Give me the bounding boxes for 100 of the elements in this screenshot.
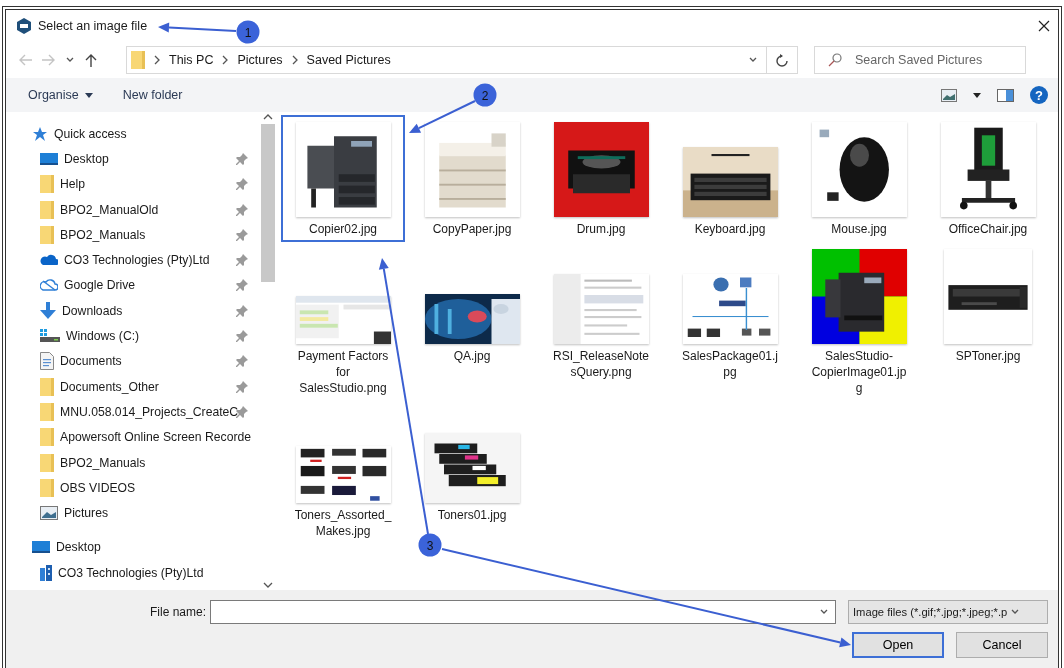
pin-icon[interactable] [236,380,248,393]
monitor-icon [32,540,50,555]
pin-icon[interactable] [236,228,248,241]
nav-label: Help [60,177,86,192]
pin-icon[interactable] [236,279,248,292]
file-name-field[interactable] [210,600,836,624]
building-icon [40,564,52,581]
nav-label: CO3 Technologies (Pty)Ltd [64,253,210,268]
file-tile[interactable]: Payment Factors for SalesStudio.png [281,242,405,401]
new-folder-button[interactable]: New folder [122,88,183,102]
nav-item[interactable]: Desktop [6,534,260,561]
folder-icon [131,51,145,69]
search-field[interactable]: Search Saved Pictures [814,46,1026,74]
file-name: OfficeChair.jpg [947,221,1029,237]
callout-arrow [409,100,476,133]
folder-icon [40,225,54,244]
nav-label: Pictures [64,506,109,521]
nav-item[interactable]: Documents [6,348,260,374]
nav-label: MNU.058.014_Projects_CreateC [60,404,239,419]
view-icon[interactable] [941,88,957,102]
pin-icon[interactable] [236,254,248,267]
pin-icon[interactable] [236,178,248,191]
file-tile[interactable]: Drum.jpg [539,115,663,242]
pin-icon[interactable] [236,304,248,317]
search-icon [828,53,842,67]
file-tile[interactable]: Keyboard.jpg [668,115,792,242]
nav-item[interactable]: Pictures [6,500,260,526]
preview-pane-icon[interactable] [997,88,1014,102]
scroll-up-icon[interactable] [263,112,273,122]
address-bar[interactable]: This PC Pictures Saved Pictures [126,46,798,74]
nav-item[interactable]: BPO2_Manuals [6,449,260,476]
file-type-dropdown[interactable]: Image files (*.gif;*.jpg;*.jpeg;*.p [848,600,1048,624]
nav-item[interactable]: BPO2_ManualOld [6,196,260,223]
up-icon[interactable] [84,53,98,67]
help-button[interactable]: ? [1030,86,1048,104]
monitor-icon [40,151,58,166]
scrollbar-thumb[interactable] [261,124,275,282]
nav-item[interactable]: OBS VIDEOS [6,475,260,501]
nav-item[interactable]: MNU.058.014_Projects_CreateC [6,399,260,425]
nav-item[interactable]: Quick access [6,121,260,147]
scroll-down-icon[interactable] [263,580,273,590]
file-tile[interactable]: SalesPackage01.jpg [668,242,792,401]
cancel-button[interactable]: Cancel [956,632,1048,658]
chevron-icon [290,55,299,65]
file-tile[interactable]: CopyPaper.jpg [410,115,534,242]
file-name: SPToner.jpg [954,348,1022,364]
folder-icon [40,453,54,472]
file-name: Payment Factors for SalesStudio.png [296,348,390,396]
refresh-icon[interactable] [776,53,788,67]
nav-label: Downloads [62,303,123,318]
nav-label: Quick access [54,126,127,141]
breadcrumb[interactable]: This PC [169,53,214,67]
close-icon[interactable] [1038,20,1050,32]
file-tile[interactable]: RSI_ReleaseNotesQuery.png [539,242,663,401]
folder-icon [40,478,54,497]
nav-item[interactable]: BPO2_Manuals [6,222,260,248]
file-tile[interactable]: Toners_Assorted_Makes.jpg [281,401,405,544]
file-tile[interactable]: Mouse.jpg [797,115,921,242]
caret-icon[interactable] [973,92,981,98]
nav-item[interactable]: Windows (C:) [6,323,260,349]
nav-item[interactable]: Apowersoft Online Screen Recorde [6,424,260,450]
breadcrumb[interactable]: Saved Pictures [306,53,391,67]
chevron-icon [221,55,230,65]
nav-item[interactable]: CO3 Technologies (Pty)Ltd [6,560,260,586]
caret-icon [84,92,93,98]
organise-button[interactable]: Organise [28,88,93,102]
pin-icon[interactable] [236,330,248,342]
file-tile[interactable]: Copier02.jpg [281,115,405,242]
chevron-icon [153,55,161,65]
breadcrumb[interactable]: Pictures [237,53,283,67]
file-name: RSI_ReleaseNotesQuery.png [551,348,651,380]
pin-icon[interactable] [236,203,248,216]
file-name: Toners01.jpg [436,507,508,523]
nav-item[interactable]: Downloads [6,298,260,324]
nav-item[interactable]: Desktop [6,146,260,172]
nav-item[interactable]: CO3 Technologies (Pty)Ltd [6,247,260,273]
file-name: SalesStudio-CopierImage01.jpg [810,348,908,396]
file-name: Copier02.jpg [307,221,378,237]
cloud-icon [40,279,58,292]
open-button[interactable]: Open [852,632,944,658]
folder-icon [40,402,54,421]
file-tile[interactable]: OfficeChair.jpg [926,115,1050,242]
nav-item[interactable]: Help [6,171,260,197]
pin-icon[interactable] [236,355,248,368]
cloud-icon [40,254,58,267]
file-name: QA.jpg [452,348,492,364]
nav-label: Desktop [56,540,101,555]
nav-item[interactable]: Documents_Other [6,373,260,400]
scrollbar[interactable] [260,112,276,590]
folder-icon [40,175,54,194]
nav-label: Documents_Other [60,379,159,394]
file-tile[interactable]: SPToner.jpg [926,242,1050,401]
file-tile[interactable]: QA.jpg [410,242,534,401]
file-tile[interactable]: SalesStudio-CopierImage01.jpg [797,242,921,401]
pin-icon[interactable] [236,405,248,418]
nav-item[interactable]: Google Drive [6,272,260,299]
app-icon [16,18,32,34]
pin-icon[interactable] [236,152,248,165]
nav-label: Windows (C:) [66,329,140,343]
nav-label: Google Drive [64,278,136,293]
